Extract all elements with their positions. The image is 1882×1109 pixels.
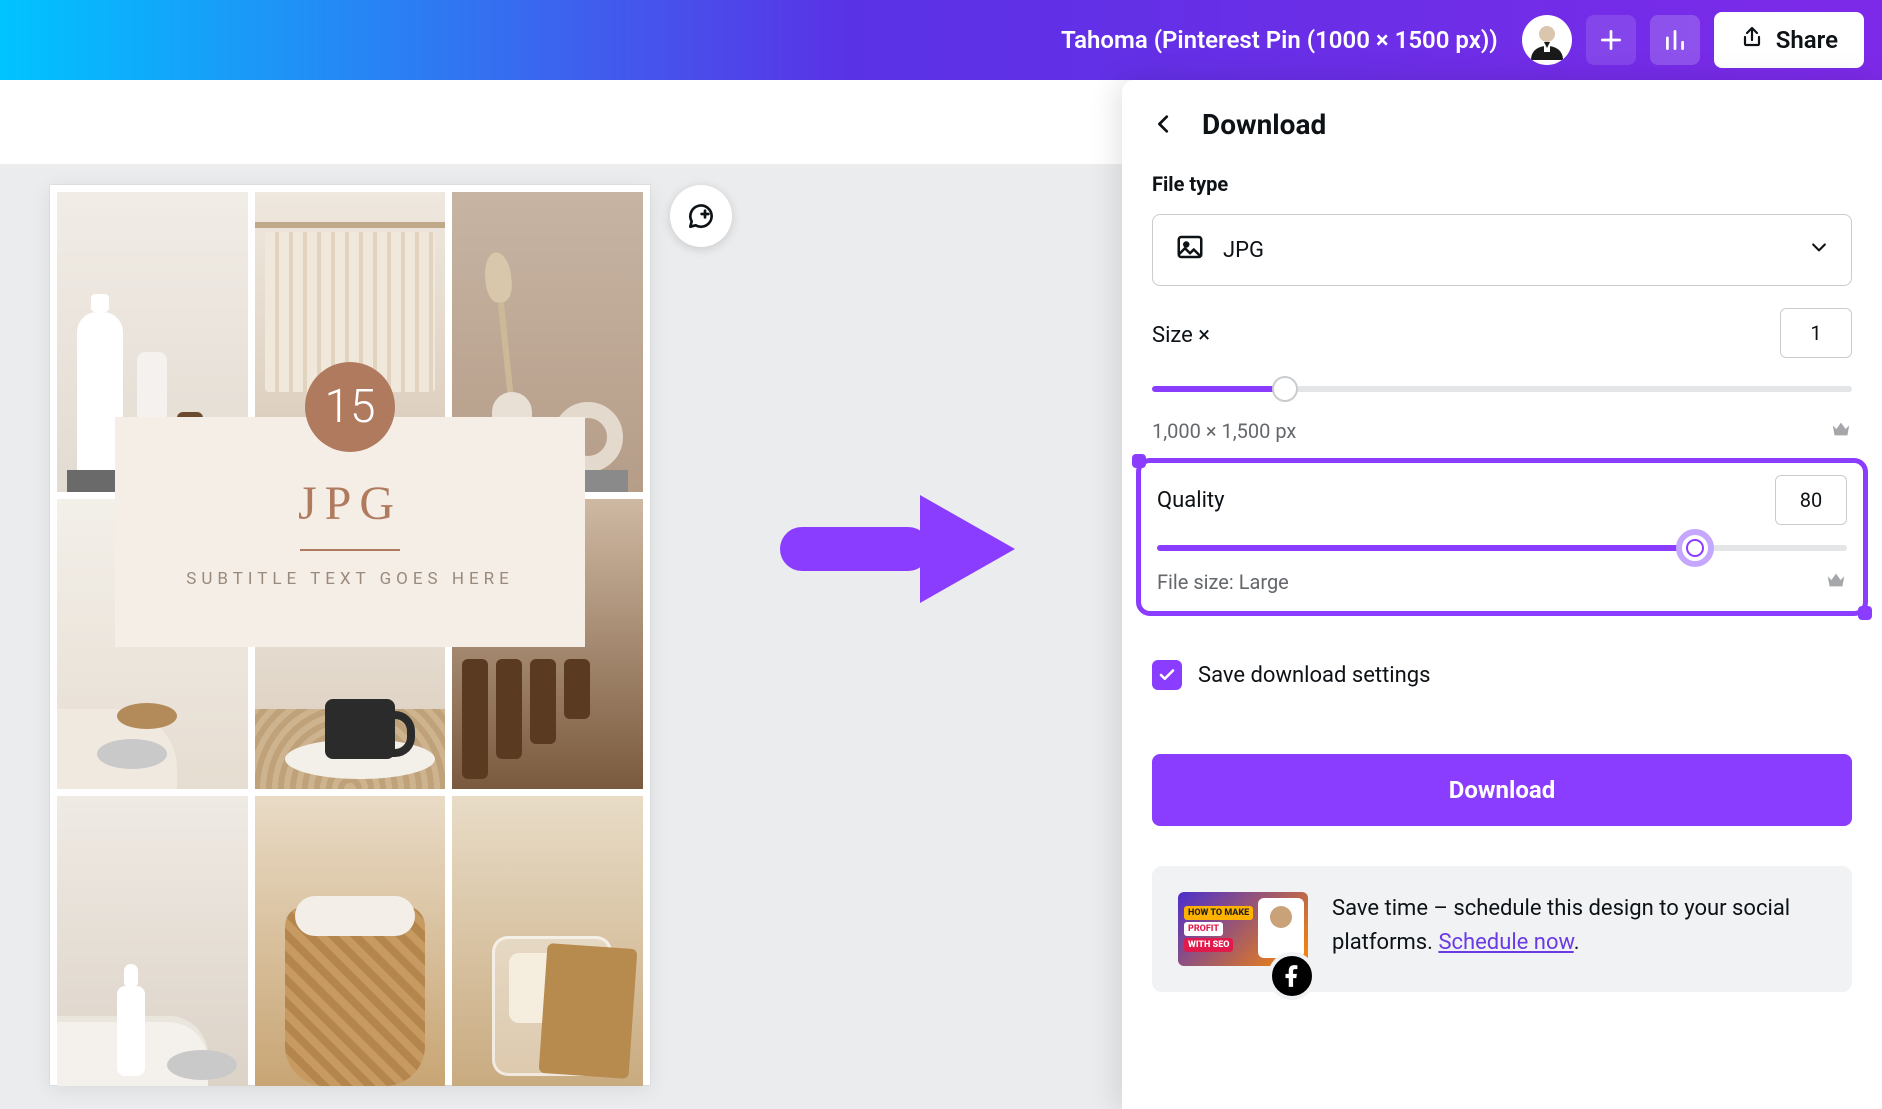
- insights-button[interactable]: [1650, 15, 1700, 65]
- comment-button[interactable]: [670, 185, 732, 247]
- quality-label: Quality: [1157, 488, 1225, 513]
- share-label: Share: [1776, 26, 1838, 54]
- crown-icon: [1825, 569, 1847, 595]
- slider-thumb[interactable]: [1676, 529, 1714, 567]
- share-button[interactable]: Share: [1714, 12, 1864, 68]
- top-bar: Tahoma (Pinterest Pin (1000 × 1500 px)) …: [0, 0, 1882, 80]
- save-settings-checkbox[interactable]: Save download settings: [1152, 660, 1852, 690]
- share-icon: [1740, 25, 1764, 55]
- dimensions-text: 1,000 × 1,500 px: [1152, 419, 1296, 443]
- design-preview[interactable]: 15 JPG SUBTITLE TEXT GOES HERE: [50, 185, 650, 1085]
- back-button[interactable]: [1146, 106, 1182, 142]
- quality-slider[interactable]: [1157, 531, 1847, 565]
- design-badge: 15: [305, 362, 395, 452]
- avatar[interactable]: [1522, 15, 1572, 65]
- filetype-select[interactable]: JPG: [1152, 214, 1852, 286]
- divider: [300, 549, 400, 551]
- checkbox-checked-icon: [1152, 660, 1182, 690]
- size-input[interactable]: 1: [1780, 308, 1852, 358]
- download-panel: Download File type JPG Size × 1 1,000 × …: [1122, 80, 1882, 1109]
- document-title[interactable]: Tahoma (Pinterest Pin (1000 × 1500 px)): [1061, 26, 1498, 54]
- filesize-text: File size: Large: [1157, 570, 1289, 594]
- size-label: Size ×: [1152, 323, 1210, 348]
- image-icon: [1175, 232, 1205, 268]
- grid-tile: [452, 796, 643, 1086]
- schedule-promo: HOW TO MAKE PROFIT WITH SEO Save time – …: [1152, 866, 1852, 992]
- filetype-value: JPG: [1223, 238, 1264, 263]
- quality-input[interactable]: 80: [1775, 475, 1847, 525]
- design-heading: JPG: [298, 476, 402, 531]
- download-button[interactable]: Download: [1152, 754, 1852, 826]
- grid-tile: [255, 796, 446, 1086]
- add-button[interactable]: [1586, 15, 1636, 65]
- slider-thumb[interactable]: [1272, 376, 1298, 402]
- facebook-icon: [1268, 952, 1316, 1000]
- annotation-arrow-icon: [780, 485, 1020, 605]
- chevron-down-icon: [1809, 237, 1829, 263]
- design-subtitle: SUBTITLE TEXT GOES HERE: [186, 569, 514, 589]
- panel-title: Download: [1202, 108, 1326, 141]
- promo-text: Save time – schedule this design to your…: [1332, 892, 1826, 960]
- save-settings-label: Save download settings: [1198, 663, 1431, 688]
- quality-section-highlight: Quality 80 File size: Large: [1136, 458, 1868, 616]
- size-slider[interactable]: [1152, 372, 1852, 406]
- schedule-now-link[interactable]: Schedule now: [1438, 930, 1573, 955]
- grid-tile: [57, 796, 248, 1086]
- filetype-label: File type: [1152, 172, 1852, 196]
- crown-icon: [1830, 418, 1852, 444]
